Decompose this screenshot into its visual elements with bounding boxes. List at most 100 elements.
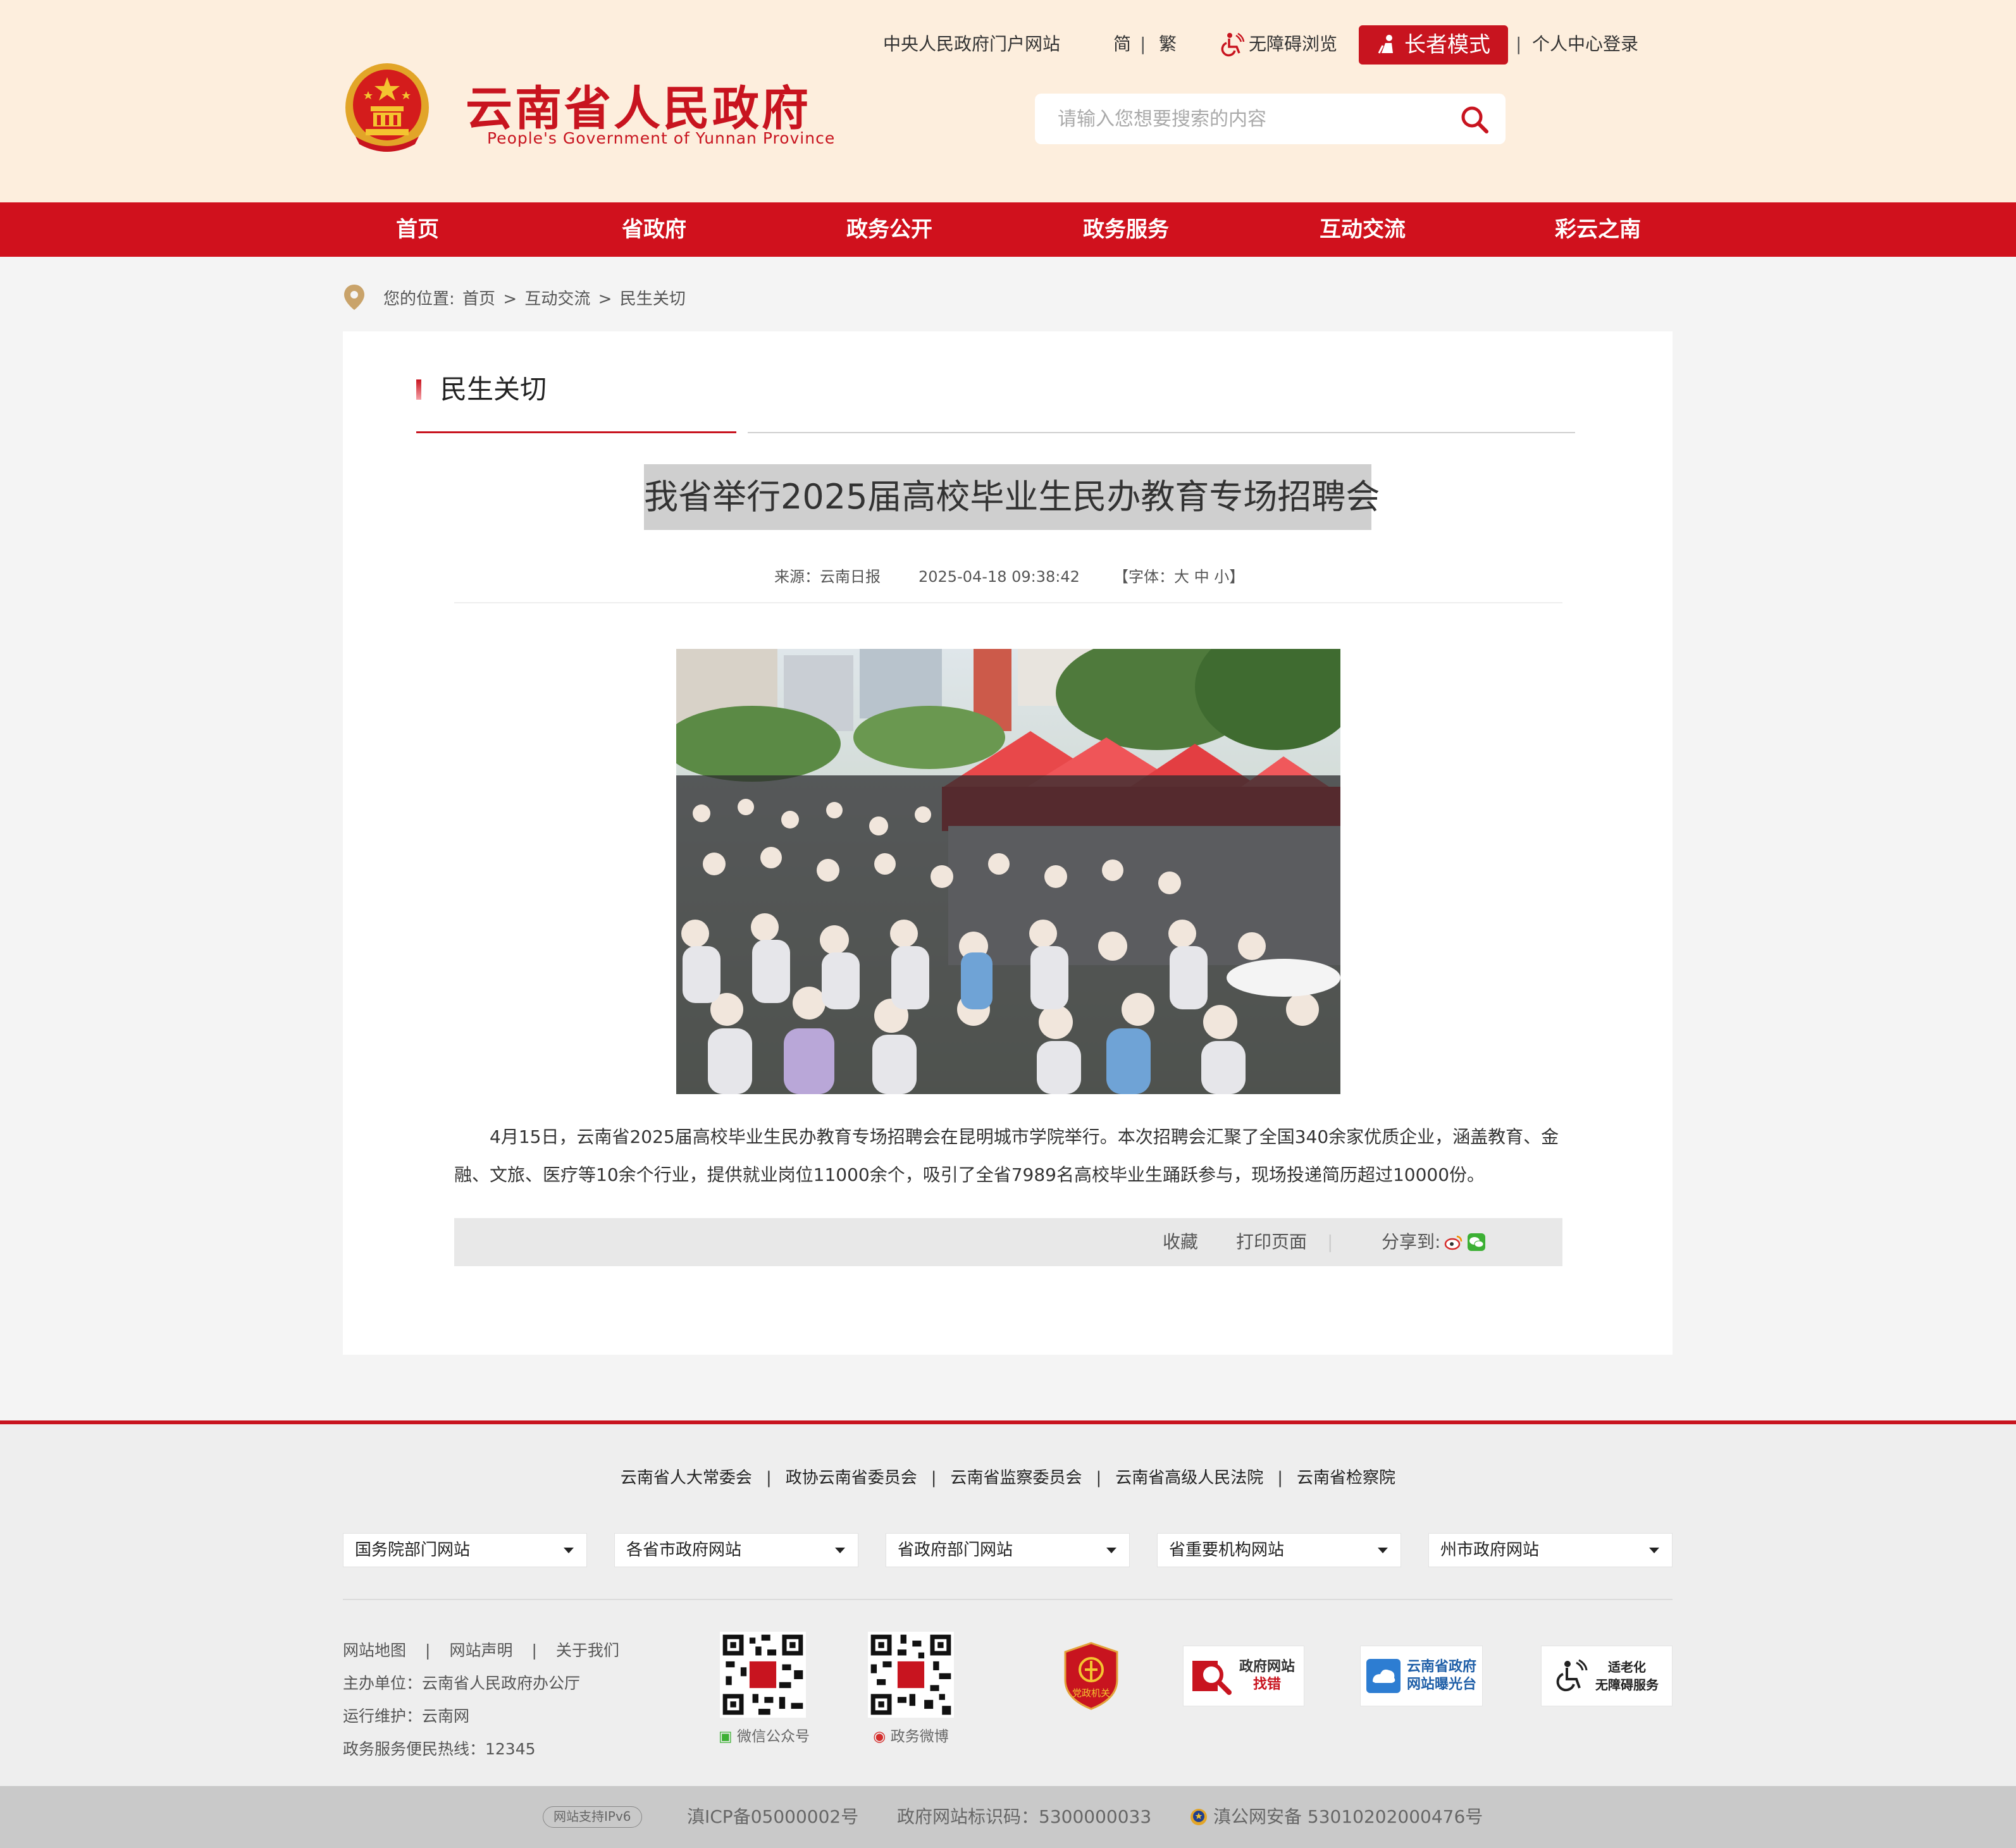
breadcrumb-separator: > (598, 289, 612, 309)
exposure-platform-badge[interactable]: 云南省政府 网站曝光台 (1360, 1646, 1483, 1706)
location-pin-icon (344, 285, 364, 310)
font-size-small[interactable]: 小 (1214, 568, 1229, 586)
site-code-text: 政府网站标识码：5300000033 (897, 1806, 1152, 1827)
article-body: 4月15日，云南省2025届高校毕业生民办教育专场招聘会在昆明城市学院举行。本次… (454, 1126, 1559, 1185)
simplified-chinese-link[interactable]: 简 (1113, 25, 1131, 63)
breadcrumb-current[interactable]: 民生关切 (620, 290, 686, 309)
ipv6-badge: 网站支持IPv6 (543, 1806, 642, 1828)
favorite-button[interactable]: 收藏 (1163, 1218, 1198, 1266)
footer-info: 网站地图 | 网站声明 | 关于我们 主办单位：云南省人民政府办公厅 运行维护：云南网 … (343, 1634, 697, 1766)
dropdown-arrow-icon (1649, 1548, 1659, 1553)
dropdown-arrow-icon (1106, 1548, 1116, 1553)
about-us-link[interactable]: 关于我们 (556, 1641, 619, 1660)
find-error-text: 政府网站 找错 (1239, 1659, 1295, 1692)
article-source: 来源：云南日报 (774, 568, 881, 586)
top-links: 中央人民政府门户网站 简 | 繁 无障碍浏览 长者模式 | 个人中心登录 (883, 25, 1642, 65)
separator: | (425, 1641, 431, 1660)
section-marker (416, 379, 421, 400)
site-header: 云南省人民政府 People's Government of Yunnan Pr… (0, 0, 2016, 202)
font-size-switcher: 【字体：大 中 小】 (1113, 564, 1244, 589)
maintainer-text: 运行维护：云南网 (343, 1707, 470, 1725)
wechat-icon[interactable] (1467, 1233, 1486, 1252)
weibo-icon[interactable] (1444, 1233, 1463, 1252)
section-divider (748, 432, 1575, 433)
article-meta: 来源：云南日报 2025-04-18 09:38:42 【字体：大 中 小】 (343, 564, 1673, 589)
search-icon[interactable] (1460, 105, 1489, 134)
police-badge-icon (1190, 1809, 1207, 1825)
accessible-browse-link[interactable]: 无障碍浏览 (1220, 25, 1337, 63)
select-provincial-sites[interactable]: 各省市政府网站 (614, 1533, 858, 1567)
party-government-badge-icon[interactable]: 党政机关 (1063, 1642, 1120, 1710)
main-nav: 首页 省政府 政务公开 政务服务 互动交流 彩云之南 (0, 202, 2016, 257)
personal-center-login-link[interactable]: 个人中心登录 (1532, 25, 1638, 63)
select-state-council-sites[interactable]: 国务院部门网站 (343, 1533, 587, 1567)
org-link-court[interactable]: 云南省高级人民法院 (1115, 1462, 1263, 1494)
sitemap-link[interactable]: 网站地图 (343, 1641, 406, 1660)
nav-home[interactable]: 首页 (396, 202, 439, 257)
article-title: 我省举行2025届高校毕业生民办教育专场招聘会 (644, 464, 1380, 530)
select-label: 各省市政府网站 (626, 1541, 742, 1560)
site-statement-link[interactable]: 网站声明 (449, 1641, 512, 1660)
icp-record-link[interactable]: 滇ICP备05000002号 (687, 1786, 858, 1848)
find-error-badge[interactable]: 政府网站 找错 (1183, 1646, 1304, 1706)
weibo-qr-label: ◉ 政务微博 (873, 1728, 949, 1745)
national-emblem-icon[interactable] (343, 61, 431, 154)
select-institution-sites[interactable]: 省重要机构网站 (1157, 1533, 1401, 1567)
font-size-medium[interactable]: 中 (1194, 568, 1209, 586)
meta-divider (454, 602, 1562, 603)
font-size-large[interactable]: 大 (1174, 568, 1189, 586)
select-label: 州市政府网站 (1440, 1541, 1540, 1560)
site-footer: 云南省人大常委会 | 政协云南省委员会 | 云南省监察委员会 | 云南省高级人民法院 | 云南省… (0, 1420, 2016, 1786)
site-title[interactable]: 云南省人民政府 (466, 71, 811, 139)
police-record-link[interactable]: 滇公网安备 53010202000476号 (1189, 1786, 1483, 1848)
aging-accessibility-badge[interactable]: 适老化 无障碍服务 (1541, 1646, 1673, 1706)
separator: | (1140, 34, 1146, 54)
select-department-sites[interactable]: 省政府部门网站 (886, 1533, 1130, 1567)
qr-code-icon (720, 1632, 806, 1718)
org-link-cppcc[interactable]: 政协云南省委员会 (786, 1462, 917, 1494)
article-photo (676, 649, 1340, 1094)
sponsor-text: 主办单位：云南省人民政府办公厅 (343, 1674, 581, 1692)
breadcrumb-interaction[interactable]: 互动交流 (524, 290, 590, 309)
wheelchair-icon (1221, 32, 1245, 57)
select-label: 国务院部门网站 (355, 1541, 471, 1560)
dropdown-arrow-icon (1378, 1548, 1388, 1553)
org-link-supervision[interactable]: 云南省监察委员会 (950, 1462, 1082, 1494)
org-links: 云南省人大常委会 | 政协云南省委员会 | 云南省监察委员会 | 云南省高级人民法院 | 云南省… (0, 1462, 2016, 1494)
share-label: 分享到: (1382, 1231, 1441, 1252)
nav-colorful-yunnan[interactable]: 彩云之南 (1555, 202, 1641, 257)
select-label: 省政府部门网站 (898, 1541, 1013, 1560)
breadcrumb-home[interactable]: 首页 (462, 290, 495, 309)
section-underline (416, 431, 736, 433)
dropdown-arrow-icon (835, 1548, 845, 1553)
separator: | (765, 1469, 772, 1488)
traditional-chinese-link[interactable]: 繁 (1159, 25, 1177, 63)
article-date: 2025-04-18 09:38:42 (918, 568, 1080, 586)
search-input[interactable] (1058, 94, 1437, 144)
weibo-qr[interactable]: ◉ 政务微博 (867, 1632, 955, 1746)
select-prefecture-sites[interactable]: 州市政府网站 (1428, 1533, 1673, 1567)
breadcrumb-separator: > (503, 289, 517, 309)
central-portal-link[interactable]: 中央人民政府门户网站 (883, 25, 1060, 63)
nav-government-affairs-disclosure[interactable]: 政务公开 (846, 202, 932, 257)
nav-interaction[interactable]: 互动交流 (1320, 202, 1406, 257)
nav-provincial-government[interactable]: 省政府 (622, 202, 686, 257)
separator: | (931, 1469, 937, 1488)
article-panel: 民生关切 我省举行2025届高校毕业生民办教育专场招聘会 来源：云南日报 202… (343, 331, 1673, 1355)
site-selectors: 国务院部门网站 各省市政府网站 省政府部门网站 省重要机构网站 州市政府网站 (343, 1533, 1673, 1567)
wechat-qr-label: ▣ 微信公众号 (719, 1728, 810, 1745)
qr-code-icon (868, 1632, 954, 1718)
org-link-procuratorate[interactable]: 云南省检察院 (1297, 1462, 1395, 1494)
share-bar: 分享到: (1382, 1218, 1486, 1266)
article-toolbar: 收藏 打印页面 | 分享到: (454, 1218, 1562, 1266)
org-link-npc[interactable]: 云南省人大常委会 (621, 1462, 752, 1494)
separator: | (1516, 34, 1522, 54)
dropdown-arrow-icon (564, 1548, 574, 1553)
breadcrumb-path: 您的位置: 首页 > 互动交流 > 民生关切 (383, 286, 688, 309)
elder-mode-button[interactable]: 长者模式 (1359, 25, 1508, 65)
police-record-text: 滇公网安备 53010202000476号 (1213, 1806, 1483, 1827)
wechat-qr[interactable]: ▣ 微信公众号 (719, 1632, 810, 1746)
nav-government-services[interactable]: 政务服务 (1083, 202, 1169, 257)
copyright-bar: 网站支持IPv6 滇ICP备05000002号 政府网站标识码：53000000… (0, 1786, 2016, 1848)
print-page-button[interactable]: 打印页面 (1236, 1218, 1307, 1266)
